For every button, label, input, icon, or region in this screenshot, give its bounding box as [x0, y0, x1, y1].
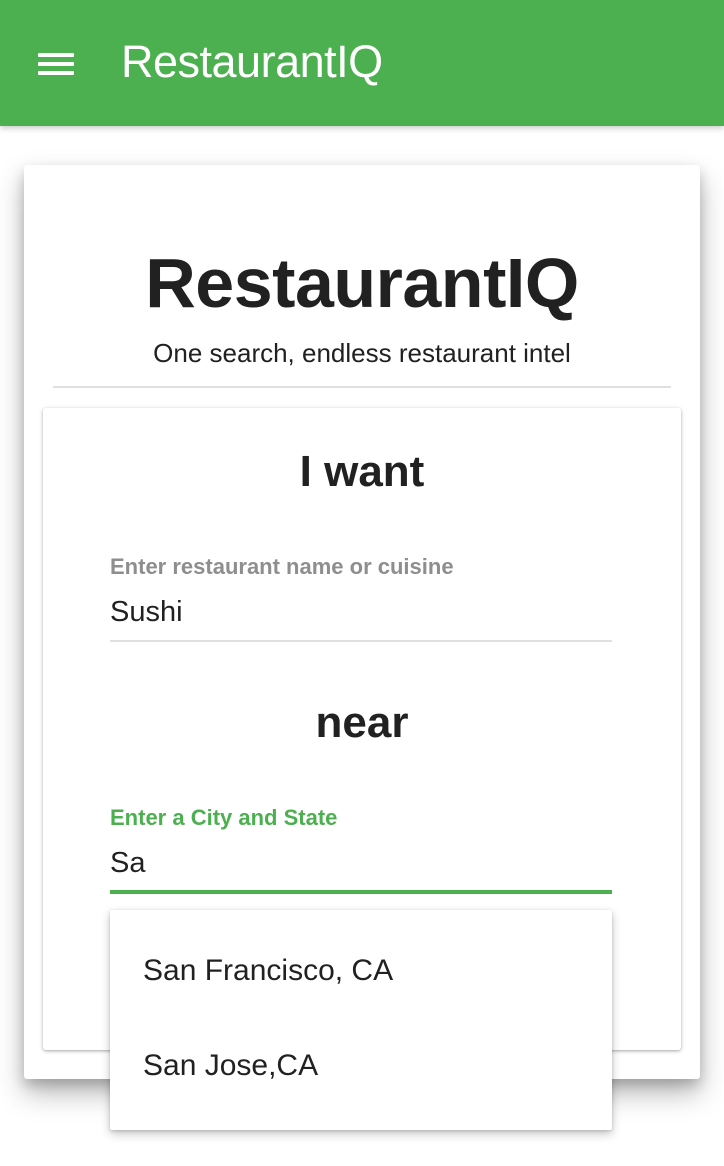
location-label: Enter a City and State [110, 805, 338, 830]
menu-bar-top [38, 53, 74, 57]
hero-subtitle: One search, endless restaurant intel [153, 338, 571, 368]
suggestion-item[interactable]: San Francisco, CA [110, 924, 612, 1018]
hero-title: RestaurantIQ [145, 244, 579, 322]
suggestion-item[interactable]: San Jose,CA [110, 1019, 612, 1113]
cuisine-field: Enter restaurant name or cuisine [110, 554, 612, 644]
menu-bar-middle [38, 62, 74, 66]
near-heading: near [315, 698, 409, 747]
location-underline [110, 890, 612, 894]
hero-divider [53, 386, 671, 388]
menu-bar-bottom [38, 71, 74, 75]
app-title: RestaurantIQ [121, 36, 383, 87]
app-bar: RestaurantIQ [0, 0, 724, 126]
want-heading: I want [299, 447, 425, 496]
location-field: Enter a City and State [110, 805, 612, 897]
location-input[interactable] [110, 843, 612, 883]
cuisine-label: Enter restaurant name or cuisine [110, 554, 454, 579]
cuisine-underline [110, 640, 612, 642]
hamburger-menu-icon[interactable] [26, 38, 86, 90]
location-suggestions-menu: San Francisco, CA San Jose,CA [110, 910, 612, 1130]
cuisine-input[interactable] [110, 592, 612, 632]
